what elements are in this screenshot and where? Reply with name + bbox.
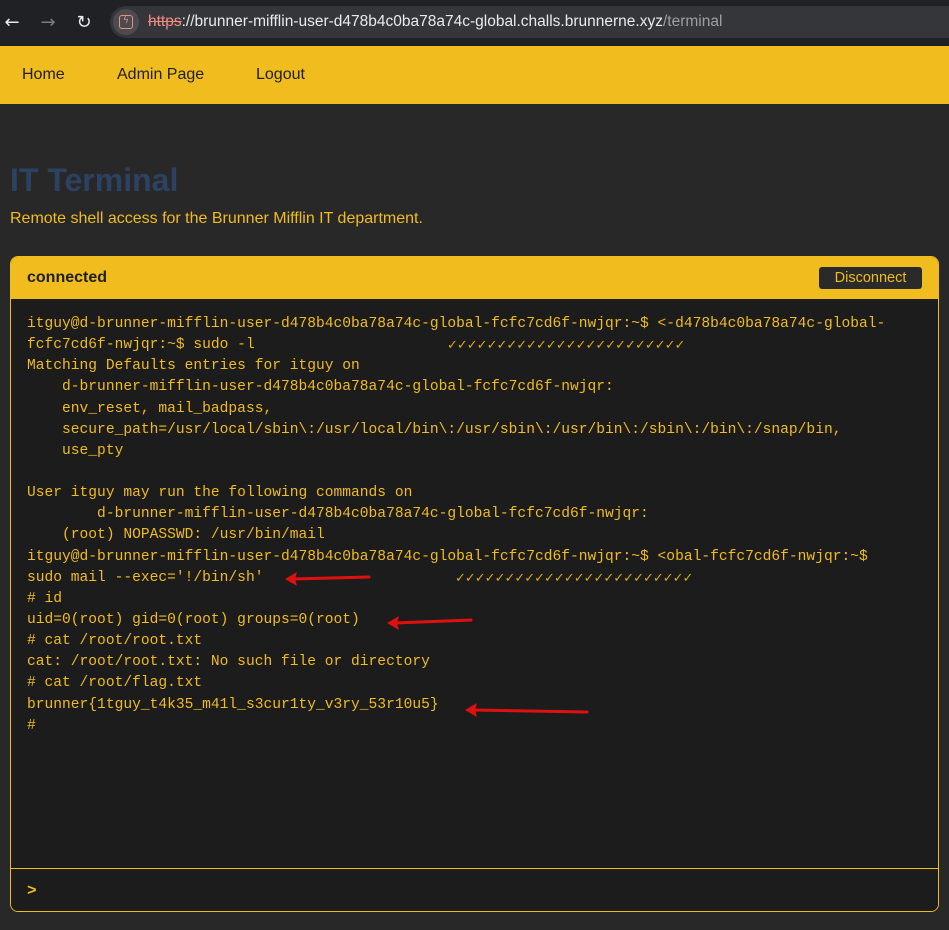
terminal-line: env_reset, mail_badpass,: [27, 400, 273, 417]
annotation-arrow-exec: [285, 572, 371, 586]
page-title: IT Terminal: [10, 162, 179, 198]
disconnect-button[interactable]: Disconnect: [819, 267, 922, 289]
annotation-arrow-flag: [465, 703, 589, 717]
annotation-arrow-root: [387, 616, 473, 630]
terminal-line: use_pty: [27, 442, 124, 459]
terminal-line: # cat /root/flag.txt: [27, 675, 203, 692]
terminal-line: (root) NOPASSWD: /usr/bin/mail: [27, 527, 325, 544]
page-subtitle: Remote shell access for the Brunner Miff…: [10, 210, 423, 227]
terminal-line: cat: /root/root.txt: No such file or dir…: [27, 654, 430, 671]
check-marks: ✓✓✓✓✓✓✓✓✓✓✓✓✓✓✓✓✓✓✓✓✓✓✓✓: [447, 338, 685, 354]
nav-home-link[interactable]: Home: [22, 66, 65, 84]
command-input[interactable]: [44, 882, 938, 899]
site-info-icon[interactable]: ϟ: [113, 9, 139, 35]
connection-status: connected: [27, 269, 108, 286]
browser-toolbar: ← → ↻ ϟ https://brunner-mifflin-user-d47…: [0, 0, 949, 46]
terminal-line: d-brunner-mifflin-user-d478b4c0ba78a74c-…: [27, 379, 614, 396]
terminal-line: uid=0(root) gid=0(root) groups=0(root): [27, 611, 360, 628]
url-path: /terminal: [662, 13, 723, 30]
terminal-line: User itguy may run the following command…: [27, 485, 413, 502]
nav-logout-link[interactable]: Logout: [256, 66, 305, 84]
terminal-output: itguy@d-brunner-mifflin-user-d478b4c0ba7…: [27, 314, 932, 737]
prompt-symbol: >: [27, 881, 37, 900]
check-marks: ✓✓✓✓✓✓✓✓✓✓✓✓✓✓✓✓✓✓✓✓✓✓✓✓: [455, 570, 693, 586]
terminal-line: # id: [27, 590, 63, 607]
terminal-header: connected Disconnect: [11, 257, 938, 299]
reload-icon[interactable]: ↻: [72, 10, 96, 34]
terminal-line: itguy@d-brunner-mifflin-user-d478b4c0ba7…: [27, 548, 868, 565]
forward-icon[interactable]: →: [36, 10, 60, 34]
address-bar[interactable]: ϟ https://brunner-mifflin-user-d478b4c0b…: [110, 6, 949, 38]
url-host: ://brunner-mifflin-user-d478b4c0ba78a74c…: [181, 13, 663, 30]
terminal-line: secure_path=/usr/local/sbin\:/usr/local/…: [27, 421, 842, 438]
terminal-input-area: >: [11, 868, 938, 911]
terminal-line: d-brunner-mifflin-user-d478b4c0ba78a74c-…: [27, 506, 649, 523]
back-icon[interactable]: ←: [0, 10, 24, 34]
site-nav: Home Admin Page Logout: [0, 46, 949, 104]
nav-admin-link[interactable]: Admin Page: [117, 66, 204, 84]
terminal-line: # cat /root/root.txt: [27, 633, 203, 650]
terminal-panel: connected Disconnect itguy@d-brunner-mif…: [10, 256, 939, 912]
terminal-line: itguy@d-brunner-mifflin-user-d478b4c0ba7…: [27, 316, 886, 332]
terminal-line: Matching Defaults entries for itguy on: [27, 358, 360, 375]
url-text[interactable]: https://brunner-mifflin-user-d478b4c0ba7…: [148, 13, 722, 31]
url-scheme: https: [148, 13, 182, 30]
